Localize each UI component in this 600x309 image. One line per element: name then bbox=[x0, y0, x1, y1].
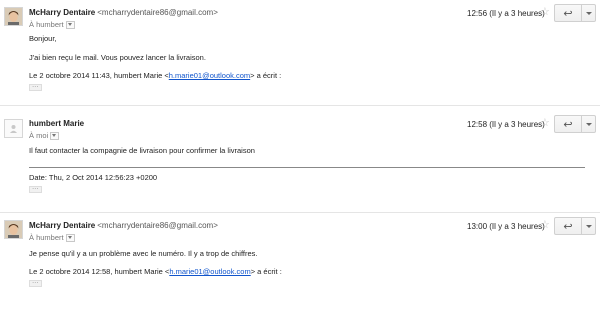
reply-button-group: ↩ bbox=[554, 115, 596, 133]
quote-prefix: Le 2 octobre 2014 11:43, humbert Marie < bbox=[29, 71, 169, 80]
recipient-line[interactable]: À humbert bbox=[29, 233, 75, 243]
quote-email-link[interactable]: h.marie01@outlook.com bbox=[169, 71, 250, 80]
sender-name[interactable]: humbert Marie bbox=[29, 119, 84, 128]
more-options-button[interactable] bbox=[582, 4, 596, 22]
recipient-line[interactable]: À moi bbox=[29, 131, 60, 141]
signature-separator bbox=[29, 167, 585, 168]
quote-suffix: > a écrit : bbox=[250, 267, 282, 276]
sender-name[interactable]: McHarry Dentaire bbox=[29, 8, 95, 17]
sender-line: humbert Marie bbox=[29, 119, 84, 128]
sender-line: McHarry Dentaire <mcharrydentaire86@gmail… bbox=[29, 8, 218, 17]
message-body: J'ai bien reçu le mail. Vous pouvez lanc… bbox=[29, 53, 206, 62]
show-trimmed-content-button[interactable]: ... bbox=[29, 83, 42, 91]
sender-email: <mcharrydentaire86@gmail.com> bbox=[97, 8, 218, 17]
quote-prefix: Le 2 octobre 2014 12:58, humbert Marie < bbox=[29, 267, 170, 276]
sender-name[interactable]: McHarry Dentaire bbox=[29, 221, 95, 230]
message-2: humbert Marie À moi 12:58 (Il y a 3 heur… bbox=[0, 115, 600, 199]
reply-button-group: ↩ bbox=[554, 217, 596, 235]
message-divider bbox=[0, 212, 600, 213]
quote-email-link[interactable]: h.marie01@outlook.com bbox=[169, 267, 250, 276]
quote-header: Le 2 octobre 2014 11:43, humbert Marie <… bbox=[29, 71, 281, 80]
message-time[interactable]: 13:00 (Il y a 3 heures) bbox=[467, 222, 545, 231]
sender-line: McHarry Dentaire <mcharrydentaire86@gmail… bbox=[29, 221, 218, 230]
date-line: Date: Thu, 2 Oct 2014 12:56:23 +0200 bbox=[29, 173, 158, 182]
reply-icon: ↩ bbox=[563, 118, 573, 131]
message-1: McHarry Dentaire <mcharrydentaire86@gmail… bbox=[0, 4, 600, 103]
recipient-line[interactable]: À humbert bbox=[29, 20, 75, 30]
quote-suffix: > a écrit : bbox=[250, 71, 282, 80]
reply-icon: ↩ bbox=[563, 7, 573, 20]
star-icon[interactable]: ☆ bbox=[540, 118, 550, 129]
message-greeting: Bonjour, bbox=[29, 34, 57, 43]
reply-button[interactable]: ↩ bbox=[554, 4, 582, 22]
recipient-label: À moi bbox=[29, 131, 49, 140]
show-trimmed-content-button[interactable]: ... bbox=[29, 185, 42, 193]
sender-avatar-default-icon[interactable] bbox=[4, 119, 23, 138]
show-trimmed-content-button[interactable]: ... bbox=[29, 279, 42, 287]
star-icon[interactable]: ☆ bbox=[540, 220, 550, 231]
more-options-button[interactable] bbox=[582, 115, 596, 133]
message-time[interactable]: 12:56 (Il y a 3 heures) bbox=[467, 9, 545, 18]
quote-header: Le 2 octobre 2014 12:58, humbert Marie <… bbox=[29, 267, 282, 276]
show-details-dropdown-icon[interactable] bbox=[65, 234, 75, 243]
reply-button[interactable]: ↩ bbox=[554, 217, 582, 235]
message-3: McHarry Dentaire <mcharrydentaire86@gmail… bbox=[0, 217, 600, 306]
message-body: Je pense qu'il y a un problème avec le n… bbox=[29, 249, 258, 258]
star-icon[interactable]: ☆ bbox=[540, 7, 550, 18]
recipient-label: À humbert bbox=[29, 20, 64, 29]
sender-avatar-photo-icon[interactable] bbox=[4, 220, 23, 239]
reply-icon: ↩ bbox=[563, 220, 573, 233]
show-details-dropdown-icon[interactable] bbox=[65, 21, 75, 30]
sender-email: <mcharrydentaire86@gmail.com> bbox=[97, 221, 218, 230]
message-body: Il faut contacter la compagnie de livrai… bbox=[29, 146, 255, 155]
message-divider bbox=[0, 105, 600, 106]
sender-avatar-photo-icon[interactable] bbox=[4, 7, 23, 26]
more-options-button[interactable] bbox=[582, 217, 596, 235]
message-time[interactable]: 12:58 (Il y a 3 heures) bbox=[467, 120, 545, 129]
recipient-label: À humbert bbox=[29, 233, 64, 242]
reply-button[interactable]: ↩ bbox=[554, 115, 582, 133]
show-details-dropdown-icon[interactable] bbox=[50, 132, 60, 141]
reply-button-group: ↩ bbox=[554, 4, 596, 22]
